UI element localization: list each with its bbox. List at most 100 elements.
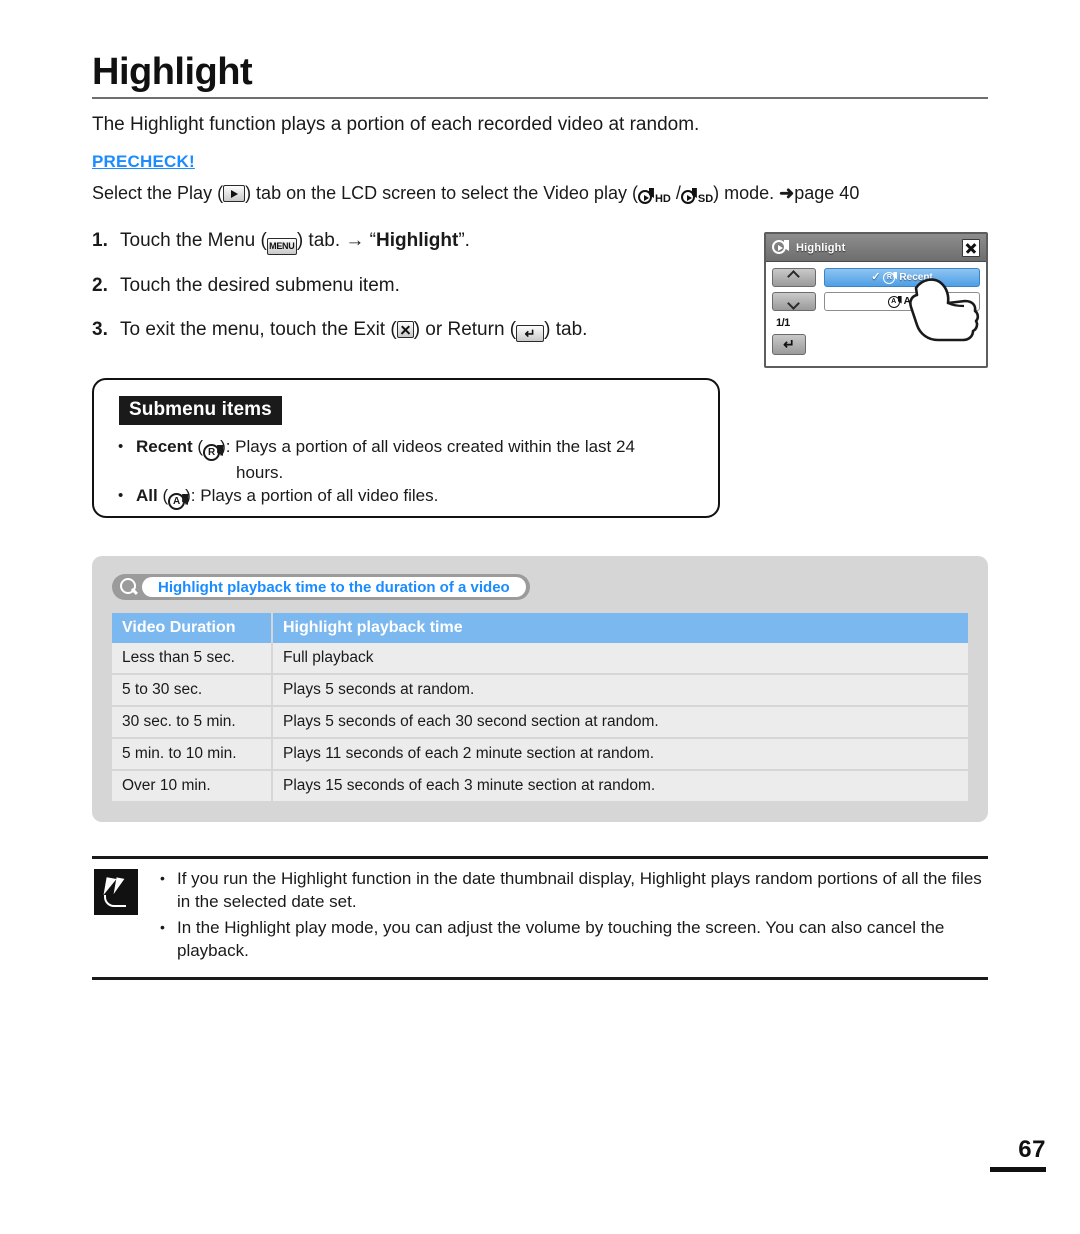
step1-tail: ”.: [458, 230, 470, 251]
menu-icon: MENU: [266, 238, 297, 255]
precheck-text-middle: ) tab on the LCD screen to select the Vi…: [245, 183, 638, 203]
playback-time-table: Video Duration Highlight playback time L…: [112, 613, 968, 803]
submenu-name: All: [136, 486, 158, 505]
notes-section: • If you run the Highlight function in t…: [92, 856, 988, 980]
notes-body: • If you run the Highlight function in t…: [92, 859, 988, 965]
lcd-page-indicator: 1/1: [776, 317, 790, 329]
cell-duration: 5 min. to 10 min.: [112, 738, 273, 771]
slash-separator: /: [670, 183, 681, 203]
manual-page: Highlight The Highlight function plays a…: [0, 0, 1080, 1234]
submenu-heading: Submenu items: [119, 396, 282, 425]
step-number: 2.: [92, 275, 108, 296]
exit-icon: [396, 321, 414, 338]
video-play-icon: [772, 240, 789, 255]
return-arrow-icon[interactable]: ↵: [772, 334, 806, 355]
step3-before: To exit the menu, touch the Exit (: [120, 319, 397, 340]
step-item: 2. Touch the desired submenu item.: [92, 273, 732, 299]
search-callout: Highlight playback time to the duration …: [112, 574, 530, 600]
hd-label: HD: [654, 193, 671, 205]
steps-list: 1. Touch the Menu (MENU) tab. → “Highlig…: [92, 228, 732, 361]
step3-tail: ) tab.: [544, 319, 588, 340]
submenu-items-box: Submenu items • Recent (R): Plays a port…: [92, 378, 720, 518]
cell-duration: Less than 5 sec.: [112, 643, 273, 675]
cell-duration: 5 to 30 sec.: [112, 674, 273, 707]
step-text: Touch the Menu (MENU) tab. → “Highlight”…: [120, 228, 732, 255]
submenu-row-all: • All (A): Plays a portion of all video …: [118, 484, 718, 510]
table-row: 5 to 30 sec. Plays 5 seconds at random.: [112, 674, 968, 707]
open-paren: (: [157, 486, 169, 505]
submenu-name: Recent: [136, 437, 193, 456]
submenu-row-text: All (A): Plays a portion of all video fi…: [136, 484, 718, 510]
note-text: If you run the Highlight function in the…: [177, 869, 982, 911]
sd-label: SD: [697, 193, 714, 205]
cell-playback: Plays 11 seconds of each 2 minute sectio…: [272, 738, 968, 771]
submenu-row-recent: • Recent (R): Plays a portion of all vid…: [118, 435, 718, 484]
video-hd-icon: HD: [637, 188, 671, 205]
table-header-row: Video Duration Highlight playback time: [112, 613, 968, 643]
step3-after: ) or Return (: [413, 319, 517, 340]
return-arrow-icon: ↵: [516, 325, 545, 342]
lcd-menu-list: ✓ R Recent A All: [820, 268, 980, 360]
lcd-item-recent[interactable]: ✓ R Recent: [824, 268, 980, 287]
note-item: • If you run the Highlight function in t…: [160, 867, 988, 913]
chevron-up-icon[interactable]: [772, 268, 816, 287]
cell-playback: Plays 15 seconds of each 3 minute sectio…: [272, 770, 968, 803]
precheck-paragraph: Select the Play ( ) tab on the LCD screen…: [92, 180, 988, 206]
note-item: • In the Highlight play mode, you can ad…: [160, 916, 988, 962]
step1-before: Touch the Menu (: [120, 230, 267, 251]
magnifier-icon: [119, 577, 139, 597]
step1-after: ) tab. → “: [296, 230, 376, 251]
cell-duration: 30 sec. to 5 min.: [112, 706, 273, 739]
bullet-icon: •: [118, 438, 124, 455]
cell-playback: Plays 5 seconds of each 30 second sectio…: [272, 706, 968, 739]
lcd-item-all[interactable]: A All: [824, 292, 980, 311]
column-header-playback: Highlight playback time: [272, 613, 968, 643]
page-header: Highlight: [92, 50, 988, 99]
precheck-label: PRECHECK!: [92, 152, 195, 171]
notes-divider-bottom: [92, 977, 988, 980]
all-badge-icon: A: [168, 493, 189, 510]
bullet-icon: •: [160, 870, 165, 886]
precheck-text-before: Select the Play (: [92, 183, 224, 203]
cell-duration: Over 10 min.: [112, 770, 273, 803]
recent-badge-icon: R: [883, 271, 898, 284]
cell-playback: Full playback: [272, 643, 968, 675]
table-row: Less than 5 sec. Full playback: [112, 643, 968, 675]
lcd-screen-mockup: Highlight 1/1 ↵ ✓ R Recent A All: [764, 232, 988, 368]
table-panel: Highlight playback time to the duration …: [92, 556, 988, 822]
lcd-title: Highlight: [796, 241, 846, 254]
open-paren: (: [192, 437, 204, 456]
step-item: 3. To exit the menu, touch the Exit ( ) o…: [92, 317, 732, 343]
precheck-text-after: ) mode.: [713, 183, 780, 203]
close-icon[interactable]: [962, 238, 980, 257]
all-badge-icon: A: [887, 295, 902, 308]
precheck-page-ref: page 40: [794, 183, 860, 203]
bullet-icon: •: [118, 487, 124, 504]
search-callout-label: Highlight playback time to the duration …: [142, 577, 526, 597]
video-sd-icon: SD: [680, 188, 714, 205]
step-item: 1. Touch the Menu (MENU) tab. → “Highlig…: [92, 228, 732, 255]
step-number: 3.: [92, 319, 108, 340]
note-text: In the Highlight play mode, you can adju…: [177, 918, 945, 960]
submenu-desc-cont: hours.: [236, 463, 284, 482]
page-title: Highlight: [92, 51, 253, 93]
table-row: Over 10 min. Plays 15 seconds of each 3 …: [112, 770, 968, 803]
recent-badge-icon: R: [203, 444, 224, 461]
notes-list: • If you run the Highlight function in t…: [138, 867, 988, 965]
lcd-nav-column: 1/1 ↵: [772, 268, 820, 360]
submenu-desc: ): Plays a portion of all videos created…: [220, 437, 635, 456]
table-row: 30 sec. to 5 min. Plays 5 seconds of eac…: [112, 706, 968, 739]
lcd-item-label: All: [903, 296, 917, 307]
step-text: To exit the menu, touch the Exit ( ) or R…: [120, 317, 732, 343]
chevron-down-icon[interactable]: [772, 292, 816, 311]
step-text: Touch the desired submenu item.: [120, 275, 400, 296]
check-icon: ✓: [871, 271, 881, 283]
intro-paragraph: The Highlight function plays a portion o…: [92, 114, 700, 135]
submenu-list: • Recent (R): Plays a portion of all vid…: [118, 435, 718, 510]
bullet-icon: •: [160, 919, 165, 935]
submenu-row-text: Recent (R): Plays a portion of all video…: [136, 435, 718, 484]
step1-bold: Highlight: [376, 230, 459, 251]
table-row: 5 min. to 10 min. Plays 11 seconds of ea…: [112, 738, 968, 771]
note-pencil-icon: [94, 869, 138, 915]
column-header-duration: Video Duration: [112, 613, 273, 643]
